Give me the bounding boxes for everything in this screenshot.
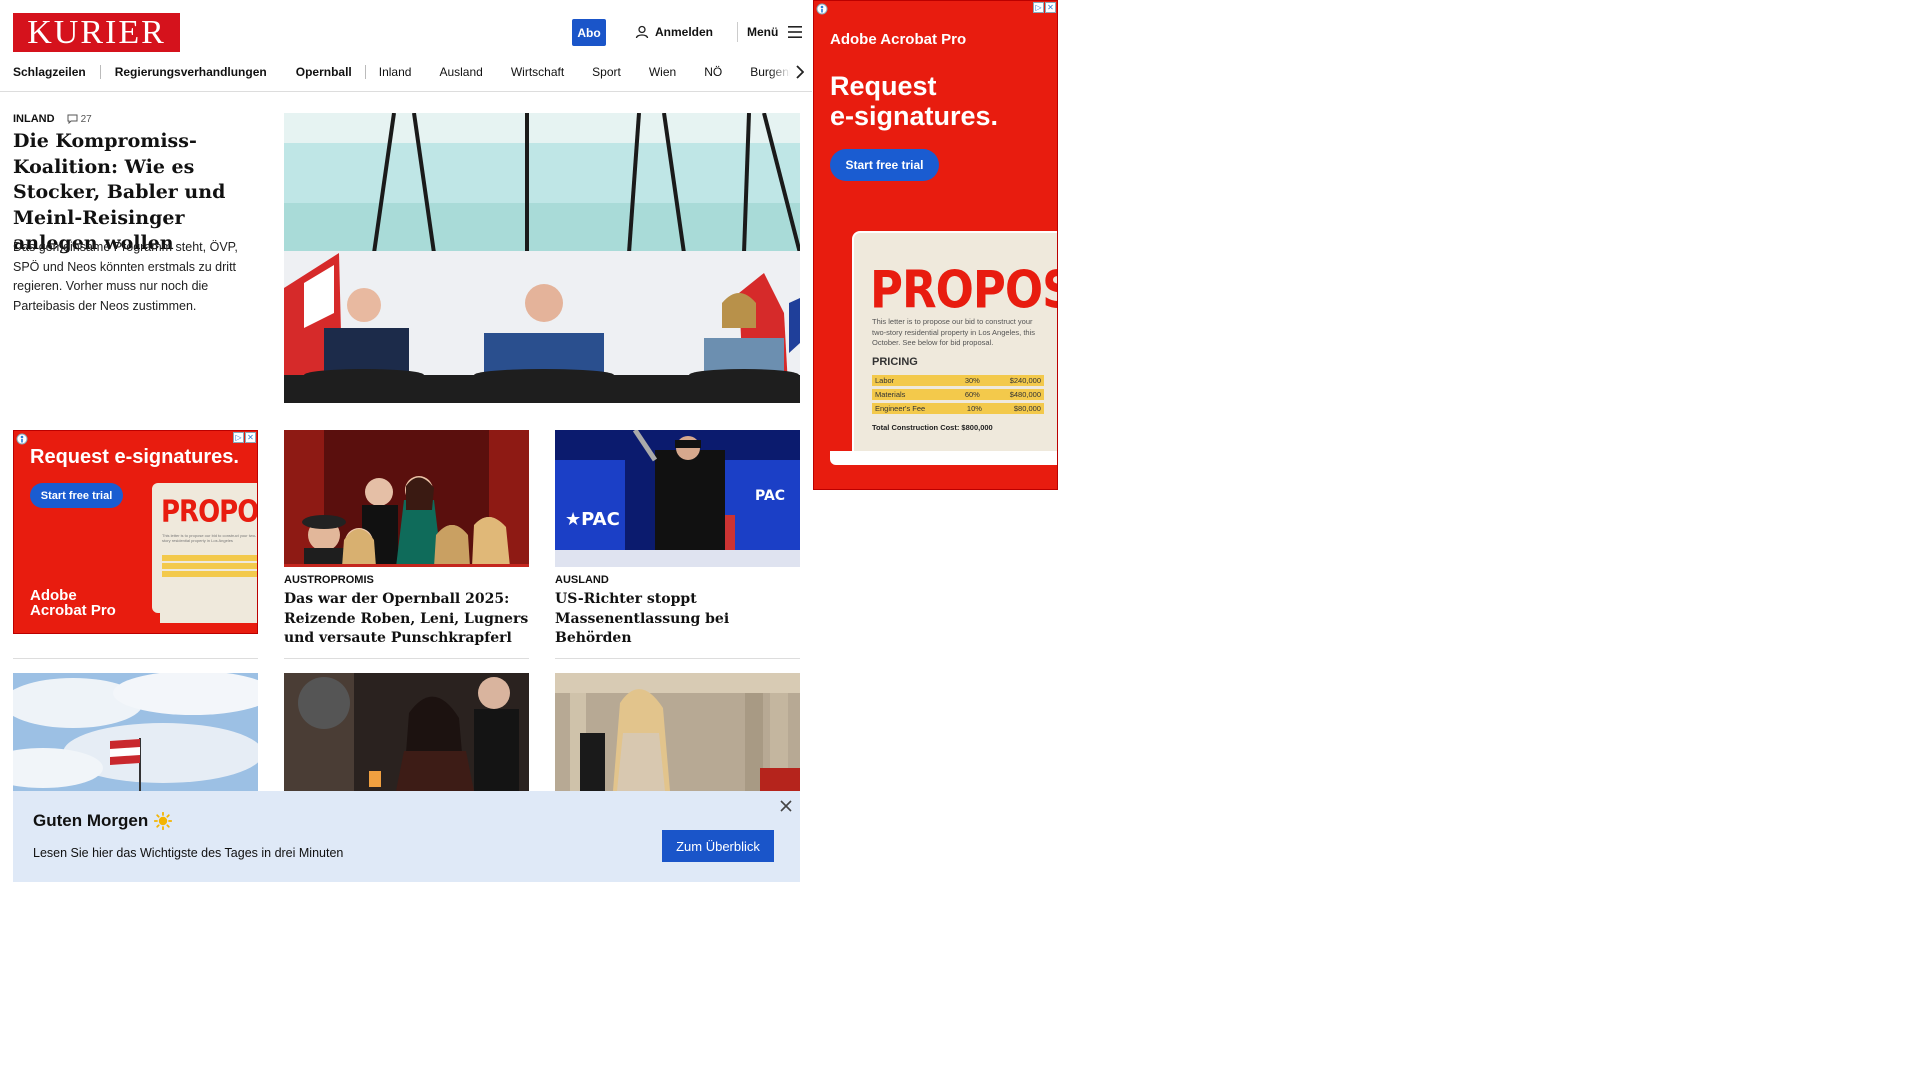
comment-icon xyxy=(67,114,78,124)
opernball-image[interactable] xyxy=(284,430,529,567)
pricing-row: Labor 30% $240,000 xyxy=(872,375,1044,386)
chevron-right-icon xyxy=(796,65,804,79)
adchoices-icon[interactable]: ▷ xyxy=(1033,2,1044,13)
adchoices-icon[interactable]: ▷ xyxy=(233,432,244,443)
nav-underline xyxy=(0,91,812,92)
ball-selfie-image[interactable] xyxy=(555,673,800,791)
sun-icon xyxy=(154,812,173,830)
tile1-headline[interactable]: Das war der Opernball 2025: Reizende Rob… xyxy=(284,590,529,649)
lead-image[interactable] xyxy=(284,113,800,403)
pricing-row: Materials 60% $480,000 xyxy=(872,389,1044,400)
header-divider xyxy=(737,22,738,42)
lead-section[interactable]: INLAND xyxy=(13,113,55,125)
nav-divider xyxy=(99,65,101,79)
nav-item-wirtschaft[interactable]: Wirtschaft xyxy=(511,65,564,79)
login-label: Anmelden xyxy=(655,25,714,39)
user-icon xyxy=(635,25,649,39)
ad-cta[interactable]: Start free trial xyxy=(830,149,939,181)
nav-item-regierungsverhandlungen[interactable]: Regierungsverhandlungen xyxy=(115,65,267,79)
nav-item-noe[interactable]: NÖ xyxy=(704,65,722,79)
ad-card-total: Total Construction Cost: $800,000 xyxy=(872,423,993,432)
ad-close-icon[interactable]: ✕ xyxy=(1045,2,1056,13)
banner-text: Lesen Sie hier das Wichtigste des Tages … xyxy=(33,846,344,860)
svg-text:★PAC: ★PAC xyxy=(565,509,620,530)
menu-label: Menü xyxy=(747,25,779,39)
ad-close-icon[interactable]: ✕ xyxy=(245,432,256,443)
row-divider xyxy=(284,658,529,659)
morning-briefing-banner: Guten Morgen Lesen Sie hier das Wichtigs… xyxy=(13,791,800,882)
comment-count: 27 xyxy=(80,113,92,125)
ad-pricing-table: Labor 30% $240,000 Materials 60% $480,000 En… xyxy=(872,375,1044,414)
ad-card-body: This letter is to propose our bid to con… xyxy=(872,317,1035,347)
nav-item-wien[interactable]: Wien xyxy=(649,65,676,79)
lead-teaser: Das gemeinsame Programm steht, ÖVP, SPÖ … xyxy=(13,240,238,313)
tile2-headline[interactable]: US-Richter stoppt Massenentlassung bei B… xyxy=(555,590,800,649)
nav-item-sport[interactable]: Sport xyxy=(592,65,621,79)
ad-choices[interactable]: ▷ ✕ xyxy=(233,432,256,443)
nav-item-ausland[interactable]: Ausland xyxy=(439,65,482,79)
flag-sky-image[interactable] xyxy=(13,673,258,791)
ad-small-brand: Adobe Acrobat Pro xyxy=(30,587,116,619)
ad-small[interactable]: ▷ ✕ Request e-signatures. Start free tria… xyxy=(13,430,258,634)
abo-button[interactable]: Abo xyxy=(572,19,606,46)
ad-brand: Adobe Acrobat Pro xyxy=(830,31,967,48)
close-icon[interactable] xyxy=(779,799,793,813)
nav-item-inland[interactable]: Inland xyxy=(379,65,412,79)
ad-pricing-label: PRICING xyxy=(872,356,918,368)
ad-small-cta[interactable]: Start free trial xyxy=(30,483,123,508)
ball-guests-image[interactable] xyxy=(284,673,529,791)
login-button[interactable]: Anmelden xyxy=(635,25,713,39)
nav-divider xyxy=(364,65,366,79)
nav-scroll-right[interactable] xyxy=(770,60,804,84)
banner-title: Guten Morgen xyxy=(33,811,149,830)
menu-button[interactable]: Menü xyxy=(747,25,803,39)
ad-card-title: PROPOSAL xyxy=(870,259,1057,320)
ad-choices[interactable]: ▷ ✕ xyxy=(1033,2,1056,13)
ad-info-icon xyxy=(16,433,28,445)
banner-title-row: Guten Morgen xyxy=(33,811,173,831)
ad-card-shadow xyxy=(830,451,1057,465)
lead-comments[interactable]: 27 xyxy=(67,114,92,125)
ad-proposal-card: PROPOSAL This letter is to propose our b… xyxy=(852,231,1057,451)
pricing-row: Engineer's Fee 10% $80,000 xyxy=(872,403,1044,414)
ad-info-icon xyxy=(816,3,828,15)
ad-headline: Request e-signatures. xyxy=(830,71,999,131)
cpac-image[interactable]: ★PAC PAC xyxy=(555,430,800,567)
ad-sidebar[interactable]: ▷ ✕ Adobe Acrobat Pro Request e-signature… xyxy=(813,0,1058,490)
kurier-logo[interactable]: KURIER xyxy=(13,13,180,52)
nav-item-schlagzeilen[interactable]: Schlagzeilen xyxy=(13,65,86,79)
hamburger-icon xyxy=(788,26,803,38)
nav-item-opernball[interactable]: Opernball xyxy=(296,65,352,79)
row-divider xyxy=(13,658,258,659)
tile2-section[interactable]: AUSLAND xyxy=(555,574,609,586)
ad-small-card-title: PROPOSAL xyxy=(161,495,258,530)
section-nav: Schlagzeilen Regierungsverhandlungen Ope… xyxy=(13,62,803,82)
overview-button[interactable]: Zum Überblick xyxy=(662,830,774,862)
row-divider xyxy=(555,658,800,659)
ad-small-headline: Request e-signatures. xyxy=(30,446,239,468)
lead-kicker: INLAND 27 xyxy=(13,113,92,125)
ad-small-proposal-card: PROPOSAL This letter is to propose our b… xyxy=(152,483,258,623)
svg-text:PAC: PAC xyxy=(755,488,785,504)
tile1-section[interactable]: AUSTROPROMIS xyxy=(284,574,374,586)
